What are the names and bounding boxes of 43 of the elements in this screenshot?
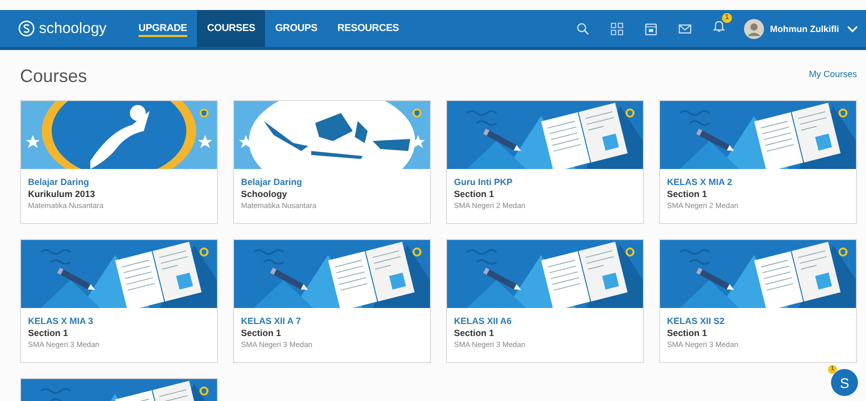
apps-grid-icon[interactable] [610,22,624,36]
course-title[interactable]: Belajar Daring [241,177,423,187]
logo-circle-icon [18,20,35,37]
calendar-icon[interactable] [644,22,658,36]
notification-bell-icon[interactable] [712,19,726,33]
course-title[interactable]: KELAS XII A6 [454,316,636,326]
shield-badge-icon [412,108,422,118]
shield-badge-icon [625,108,635,118]
course-title[interactable]: KELAS X MIA 2 [667,177,849,187]
shield-badge-icon [199,247,209,257]
mail-icon[interactable] [678,22,692,36]
course-title[interactable]: KELAS X MIA 3 [28,316,210,326]
page-title: Courses [20,66,88,87]
course-section: Section 1 [28,328,210,338]
chat-button[interactable]: S [831,369,858,396]
user-name[interactable]: Mohmun Zulkifli [770,24,839,34]
search-icon[interactable] [576,22,590,36]
shield-badge-icon [199,386,209,396]
course-title[interactable]: Belajar Daring [28,177,210,187]
logo-text: schoology [39,20,107,37]
chevron-down-icon[interactable] [847,24,858,32]
course-section: Section 1 [241,328,423,338]
nav-tab[interactable]: COURSES [197,10,266,47]
shield-badge-icon [412,247,422,257]
user-avatar[interactable] [744,18,764,38]
course-title[interactable]: KELAS XII A 7 [241,316,423,326]
nav-tab[interactable]: UPGRADE [128,10,198,47]
nav-tab[interactable]: GROUPS [265,10,328,47]
course-section: Section 1 [667,189,849,199]
shield-badge-icon [199,108,209,118]
course-title[interactable]: Guru Inti PKP [454,177,636,187]
shield-badge-icon [838,108,848,118]
schoology-logo[interactable]: schoology [18,20,107,37]
my-courses-link[interactable]: My Courses [808,69,857,79]
course-section: Section 1 [454,189,636,199]
course-section: Section 1 [667,328,849,338]
shield-badge-icon [838,247,848,257]
course-title[interactable]: KELAS XII S2 [667,316,849,326]
course-section: Kurikulum 2013 [28,189,210,199]
nav-tab[interactable]: RESOURCES [327,10,409,47]
shield-badge-icon [625,247,635,257]
course-section: Section 1 [454,328,636,338]
course-section: Schoology [241,189,423,199]
